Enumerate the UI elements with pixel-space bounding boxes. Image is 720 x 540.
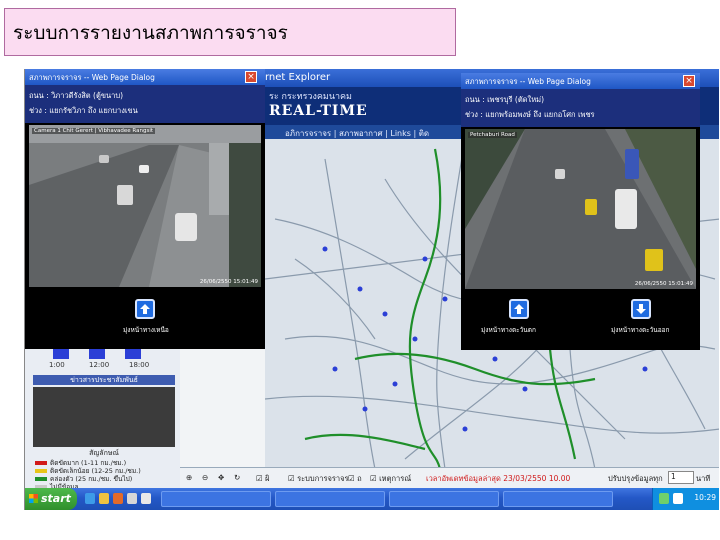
cctv-image: Petchaburi Road 26/06/2550 15:01:49 (465, 129, 696, 289)
legend-item: ติดขัดเล็กน้อย (12-25 กม./ชม.) (35, 467, 175, 475)
direction-label: มุ่งหน้าทางตะวันตก (481, 326, 536, 334)
legend-title: สัญลักษณ์ (89, 449, 119, 457)
close-icon[interactable]: × (245, 71, 257, 83)
camera-dialog-left: สภาพการจราจร -- Web Page Dialog × ถนน : … (25, 69, 265, 349)
time-axis: 1:00 12:00 18:00 (35, 361, 175, 371)
volume-icon[interactable] (673, 493, 683, 504)
arrow-down-icon (636, 304, 646, 314)
slide: ระบบการรายงานสภาพการจราจร rnet Explorer … (0, 0, 720, 540)
cctv-scene (465, 129, 696, 289)
cctv-scene (29, 125, 261, 287)
taskbar-window-button[interactable] (389, 491, 499, 507)
taskbar-window-button[interactable] (503, 491, 613, 507)
pan-icon[interactable]: ✥ (218, 473, 224, 482)
app-icon[interactable] (127, 493, 137, 504)
arrow-up-button[interactable] (509, 299, 529, 319)
cctv-image: Camera 1 Chit Gerert | Vibhavadee Rangsi… (29, 125, 261, 287)
taskbar: start 10:29 (25, 488, 719, 510)
legend-item: ติดขัดมาก (1-11 กม./ชม.) (35, 459, 175, 467)
zoom-out-icon[interactable]: ⊖ (202, 473, 208, 482)
road-segment: ช่วง : แยกพร้อมพงษ์ ถึง แยกอโศก เพชร (465, 110, 595, 119)
refresh-icon[interactable]: ↻ (234, 473, 240, 482)
taskbar-window-button[interactable] (275, 491, 385, 507)
legend-swatch (35, 469, 47, 473)
media-icon[interactable] (113, 493, 123, 504)
camera-timestamp: 26/06/2550 15:01:49 (634, 281, 693, 287)
camera-timestamp: 26/06/2550 15:01:49 (199, 279, 258, 285)
news-panel (33, 387, 175, 447)
left-info-panel: 1:00 12:00 18:00 ข่าวสารประชาสัมพันธ์ สั… (25, 339, 180, 491)
legend-item: คล่องตัว (25 กม./ชม. ขึ้นไป) (35, 475, 175, 483)
arrow-up-icon (140, 304, 150, 314)
legend-swatch (35, 477, 47, 481)
camera-dialog-right: สภาพการจราจร -- Web Page Dialog × ถนน : … (461, 73, 700, 350)
road-name: ถนน : วิภาวดีรังสิต (ตู้ขนาบ) (29, 91, 124, 100)
news-strip[interactable]: ข่าวสารประชาสัมพันธ์ (33, 375, 175, 385)
road-name: ถนน : เพชรบุรี (ตัดใหม่) (465, 95, 545, 104)
folder-icon[interactable] (99, 493, 109, 504)
ie-icon[interactable] (85, 493, 95, 504)
zoom-in-icon[interactable]: ⊕ (186, 473, 192, 482)
dialog-road-info: ถนน : วิภาวดีรังสิต (ตู้ขนาบ) ช่วง : แยก… (25, 85, 265, 123)
system-tray: 10:29 (652, 488, 719, 510)
refresh-unit: นาที (696, 474, 711, 483)
dialog-road-info: ถนน : เพชรบุรี (ตัดใหม่) ช่วง : แยกพร้อม… (461, 89, 700, 127)
slide-title: ระบบการรายงานสภาพการจราจร (4, 8, 456, 56)
close-icon[interactable]: × (683, 75, 695, 87)
camera-label: Petchaburi Road (468, 132, 517, 138)
last-updated-text: เวลาอัพเดทข้อมูลล่าสุด 23/03/2550 10.00 (426, 474, 571, 483)
time-label: 1:00 (49, 361, 65, 369)
arrow-up-icon (514, 304, 524, 314)
direction-label: มุ่งหน้าทางตะวันออก (611, 326, 670, 334)
taskbar-window-button[interactable] (161, 491, 271, 507)
layer-toggle[interactable]: ☑ ผิ (256, 473, 270, 485)
layer-toggle[interactable]: ☑ เหตุการณ์ (370, 473, 411, 485)
arrow-up-button[interactable] (135, 299, 155, 319)
road-segment: ช่วง : แยกรัชวิภา ถึง แยกบางเขน (29, 106, 138, 115)
refresh-interval-select[interactable]: 1 (668, 471, 694, 484)
network-icon[interactable] (659, 493, 669, 504)
layer-toggle[interactable]: ☑ ระบบการจราจร (288, 473, 349, 485)
refresh-interval-label: ปรับปรุงข้อมูลทุก (608, 474, 663, 483)
legend-label: ติดขัดมาก (1-11 กม./ชม.) (50, 459, 127, 467)
legend-label: ติดขัดเล็กน้อย (12-25 กม./ชม.) (50, 467, 141, 475)
direction-label: มุ่งหน้าทางเหนือ (123, 326, 169, 334)
map-toolbar: ⊕ ⊖ ✥ ↻ ☑ ผิ ☑ ระบบการจราจร ☑ ถ ☑ เหตุกา… (180, 467, 719, 488)
dialog-title-bar[interactable]: สภาพการจราจร -- Web Page Dialog (25, 69, 265, 85)
screenshot: rnet Explorer ระ กระทรวงคมนาคม REAL-TIME… (24, 69, 719, 510)
site-title: REAL-TIME (269, 103, 368, 119)
start-label: start (41, 492, 71, 505)
windows-logo-icon (29, 494, 38, 503)
site-ministry-label: ระ กระทรวงคมนาคม (269, 92, 352, 102)
legend-label: คล่องตัว (25 กม./ชม. ขึ้นไป) (50, 475, 133, 483)
time-label: 12:00 (89, 361, 110, 369)
start-button[interactable]: start (25, 488, 77, 510)
layer-toggle[interactable]: ☑ ถ (348, 473, 362, 485)
legend-swatch (35, 461, 47, 465)
time-label: 18:00 (129, 361, 150, 369)
clock[interactable]: 10:29 (694, 493, 716, 502)
camera-label: Camera 1 Chit Gerert | Vibhavadee Rangsi… (32, 128, 156, 134)
dialog-title-bar[interactable]: สภาพการจราจร -- Web Page Dialog (461, 73, 700, 89)
app-icon[interactable] (141, 493, 151, 504)
arrow-down-button[interactable] (631, 299, 651, 319)
